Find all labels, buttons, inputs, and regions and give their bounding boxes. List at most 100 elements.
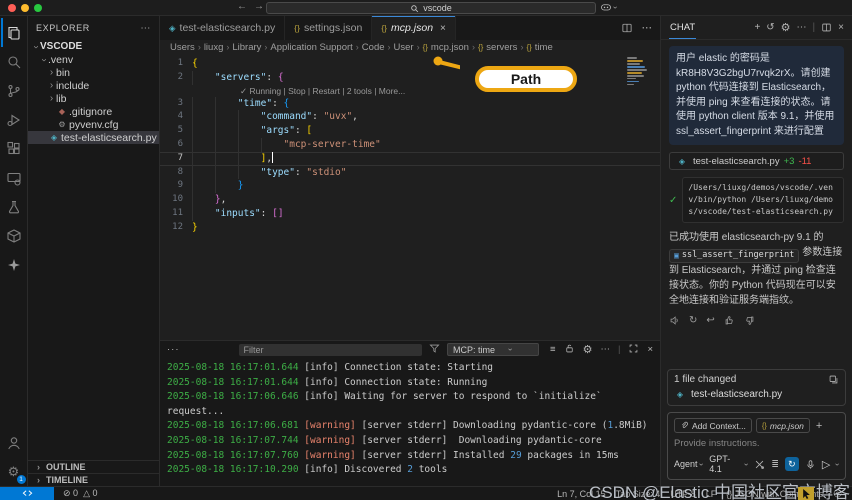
errors-warnings[interactable]: ⊘ 0 △ 0 — [63, 488, 98, 499]
read-aloud-icon[interactable] — [669, 315, 680, 326]
model-select[interactable]: GPT-4.1 › — [709, 454, 750, 474]
log-output[interactable]: 2025-08-18 16:17:01.644 [info] Connectio… — [160, 358, 660, 486]
activity-testing-button[interactable] — [1, 192, 27, 221]
breadcrumb-item-user[interactable]: User — [394, 42, 414, 53]
copilot-menu-button[interactable]: › — [600, 1, 620, 13]
retry-icon[interactable]: ↻ — [689, 315, 697, 326]
symbol-chip[interactable]: ▣ ssl_assert_fingerprint — [669, 248, 800, 263]
code-line-10[interactable]: 10}, — [160, 193, 660, 207]
tree-item-lib[interactable]: › lib — [28, 92, 159, 105]
chat-tab[interactable]: CHAT — [669, 16, 696, 39]
history-icon[interactable]: ↺ — [766, 22, 774, 33]
thumbs-down-icon[interactable] — [744, 315, 755, 326]
close-tab-icon[interactable]: × — [440, 23, 446, 34]
sync-icon[interactable]: ↻ — [784, 457, 799, 471]
codelens[interactable]: ✓ Running | Stop | Restart | 2 tools | M… — [160, 85, 660, 97]
breadcrumb-item-liuxg[interactable]: liuxg — [204, 42, 224, 53]
remote-indicator[interactable] — [0, 487, 54, 500]
panel-overflow-icon[interactable]: ··· — [167, 344, 180, 355]
code-line-7[interactable]: 7], — [160, 151, 660, 166]
breadcrumb-item-application-support[interactable]: Application Support — [270, 42, 352, 53]
split-editor-icon[interactable] — [621, 22, 633, 34]
activity-remote-explorer-button[interactable] — [1, 163, 27, 192]
statusbar-item-ln-7-col-15[interactable]: Ln 7, Col 15 — [557, 489, 606, 499]
tab-settings-json[interactable]: {} settings.json — [285, 16, 373, 40]
maximize-panel-icon[interactable] — [628, 343, 639, 357]
code-editor[interactable]: 1{2 "servers": {✓ Running | Stop | Restar… — [160, 54, 660, 340]
output-channel-select[interactable]: MCP: time › — [447, 343, 540, 356]
close-window-button[interactable] — [8, 4, 16, 12]
minimize-window-button[interactable] — [21, 4, 29, 12]
undo-icon[interactable]: ↩ — [706, 315, 714, 326]
tree-item-include[interactable]: › include — [28, 79, 159, 92]
explorer-more-actions-icon[interactable]: ⋯ — [140, 23, 151, 34]
activity-search-button[interactable] — [1, 47, 27, 76]
code-line-8[interactable]: 8 "type": "stdio" — [160, 166, 660, 180]
code-line-4[interactable]: 4 "command": "uvx", — [160, 110, 660, 124]
mcp-servers-icon[interactable]: ≣ — [771, 459, 779, 470]
account-button[interactable] — [1, 428, 27, 457]
code-line-1[interactable]: 1{ — [160, 57, 660, 71]
code-line-9[interactable]: 9} — [160, 179, 660, 193]
activity-copilot-button[interactable] — [1, 250, 27, 279]
forward-arrow-icon[interactable]: → — [254, 1, 264, 12]
breadcrumb-item-time[interactable]: time — [535, 42, 553, 53]
breadcrumb-item-servers[interactable]: servers — [486, 42, 517, 53]
breadcrumb-item-mcp-json[interactable]: mcp.json — [431, 42, 469, 53]
activity-explorer-button[interactable] — [1, 18, 27, 47]
command-text[interactable]: /Users/liuxg/demos/vscode/.venv/bin/pyth… — [682, 177, 844, 223]
filter-input[interactable]: Filter — [238, 343, 423, 356]
activity-source-control-button[interactable] — [1, 76, 27, 105]
tree-item-vscode[interactable]: › VSCODE — [28, 40, 159, 53]
command-center-search[interactable]: vscode — [266, 2, 596, 14]
close-panel-icon[interactable]: × — [647, 344, 653, 355]
gear-icon[interactable]: ⚙ — [583, 343, 593, 356]
back-arrow-icon[interactable]: ← — [237, 1, 247, 12]
changed-file-chip[interactable]: ◈ test-elasticsearch.py +3 -11 — [669, 152, 844, 170]
code-line-6[interactable]: 6 "mcp-server-time" — [160, 138, 660, 152]
maximize-window-button[interactable] — [34, 4, 42, 12]
chat-more-actions-icon[interactable]: ⋯ — [797, 22, 807, 33]
statusbar-item-utf-8[interactable]: UTF-8 — [670, 489, 696, 499]
code-line-2[interactable]: 2 "servers": { — [160, 71, 660, 85]
breadcrumb-item-users[interactable]: Users — [170, 42, 195, 53]
tree-item-test-elasticsearch-py[interactable]: ◈ test-elasticsearch.py — [28, 131, 159, 144]
tree-item-pyvenv-cfg[interactable]: ⚙ pyvenv.cfg — [28, 118, 159, 131]
agent-mode-select[interactable]: Agent › — [674, 459, 705, 469]
mic-icon[interactable] — [805, 459, 816, 470]
changed-file-row[interactable]: ◈ test-elasticsearch.py — [668, 389, 845, 405]
add-context-button[interactable]: Add Context... — [674, 418, 752, 433]
lock-icon[interactable] — [564, 343, 575, 357]
context-chip-mcp-json[interactable]: {} mcp.json — [755, 418, 810, 433]
editor-more-actions-icon[interactable]: ⋯ — [642, 22, 653, 34]
panel-more-actions-icon[interactable]: ⋯ — [600, 344, 610, 355]
tree-item-bin[interactable]: › bin — [28, 66, 159, 79]
close-chat-icon[interactable]: × — [838, 22, 844, 33]
tree-item--venv[interactable]: › .venv — [28, 53, 159, 66]
add-attachment-icon[interactable]: + — [814, 420, 824, 432]
tree-item--gitignore[interactable]: ◆ .gitignore — [28, 105, 159, 118]
chat-input-box[interactable]: Add Context... {} mcp.json + Provide ins… — [667, 412, 846, 480]
statusbar-item-tab-size-4[interactable]: Tab Size: 4 — [616, 489, 661, 499]
activity-run-debug-button[interactable] — [1, 105, 27, 134]
activity-extensions-button[interactable] — [1, 134, 27, 163]
code-line-12[interactable]: 12} — [160, 221, 660, 235]
breadcrumb-item-code[interactable]: Code — [362, 42, 385, 53]
timeline-section[interactable]: › TIMELINE — [28, 473, 159, 486]
send-button[interactable]: ▷ — [822, 458, 830, 471]
code-line-5[interactable]: 5 "args": [ — [160, 124, 660, 138]
open-in-editor-icon[interactable] — [821, 22, 832, 33]
statusbar-item-lf[interactable]: LF — [706, 489, 717, 499]
thumbs-up-icon[interactable] — [724, 315, 735, 326]
save-all-icon[interactable] — [828, 374, 839, 385]
filter-funnel-icon[interactable] — [429, 343, 440, 357]
settings-gear-button[interactable]: ⚙ 1 — [1, 457, 27, 486]
tab-mcp-json[interactable]: {} mcp.json × — [372, 16, 456, 40]
tab-test-elasticsearch-py[interactable]: ◈ test-elasticsearch.py — [160, 16, 286, 40]
activity-docker-button[interactable] — [1, 221, 27, 250]
output-lines-icon[interactable]: ≡ — [550, 344, 556, 355]
outline-section[interactable]: › OUTLINE — [28, 460, 159, 473]
breadcrumb-item-library[interactable]: Library — [232, 42, 261, 53]
code-line-11[interactable]: 11 "inputs": [] — [160, 207, 660, 221]
chat-input-placeholder[interactable]: Provide instructions. — [674, 438, 839, 449]
